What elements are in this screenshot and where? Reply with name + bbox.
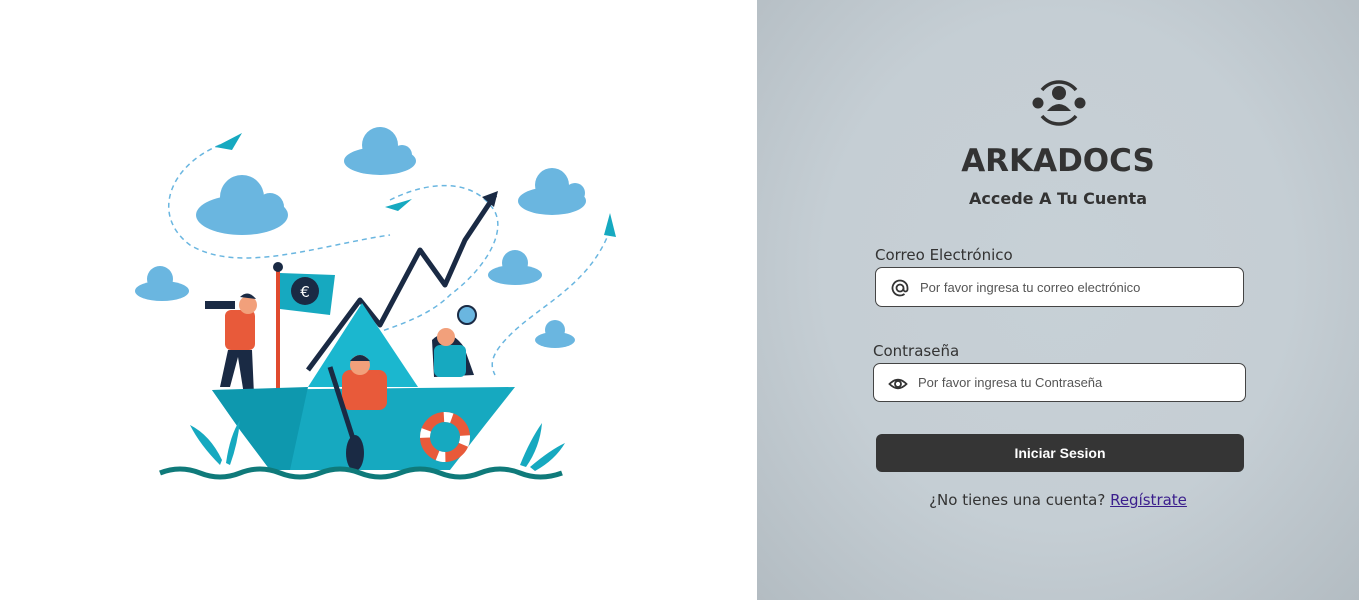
users-circle-icon <box>1032 80 1086 126</box>
paper-boat-illustration: € <box>135 127 616 480</box>
illustration-panel: € <box>0 0 757 600</box>
svg-text:€: € <box>300 283 310 301</box>
password-label: Contraseña <box>873 342 960 360</box>
email-field[interactable] <box>875 267 1244 307</box>
email-input[interactable] <box>920 268 1233 306</box>
password-input[interactable] <box>918 364 1235 401</box>
brand-name: ARKADOCS <box>961 143 1155 179</box>
at-sign-icon <box>891 279 909 297</box>
password-field[interactable] <box>873 363 1246 402</box>
eye-icon[interactable] <box>888 374 908 394</box>
page-subtitle: Accede A Tu Cuenta <box>969 189 1147 208</box>
login-button[interactable]: Iniciar Sesion <box>876 434 1244 472</box>
signup-prompt: ¿No tienes una cuenta? <box>929 491 1106 509</box>
signup-link[interactable]: Regístrate <box>1110 491 1187 509</box>
signup-row: ¿No tienes una cuenta? Regístrate <box>757 491 1359 509</box>
email-label: Correo Electrónico <box>875 246 1013 264</box>
login-panel: ARKADOCS Accede A Tu Cuenta Correo Elect… <box>757 0 1359 600</box>
